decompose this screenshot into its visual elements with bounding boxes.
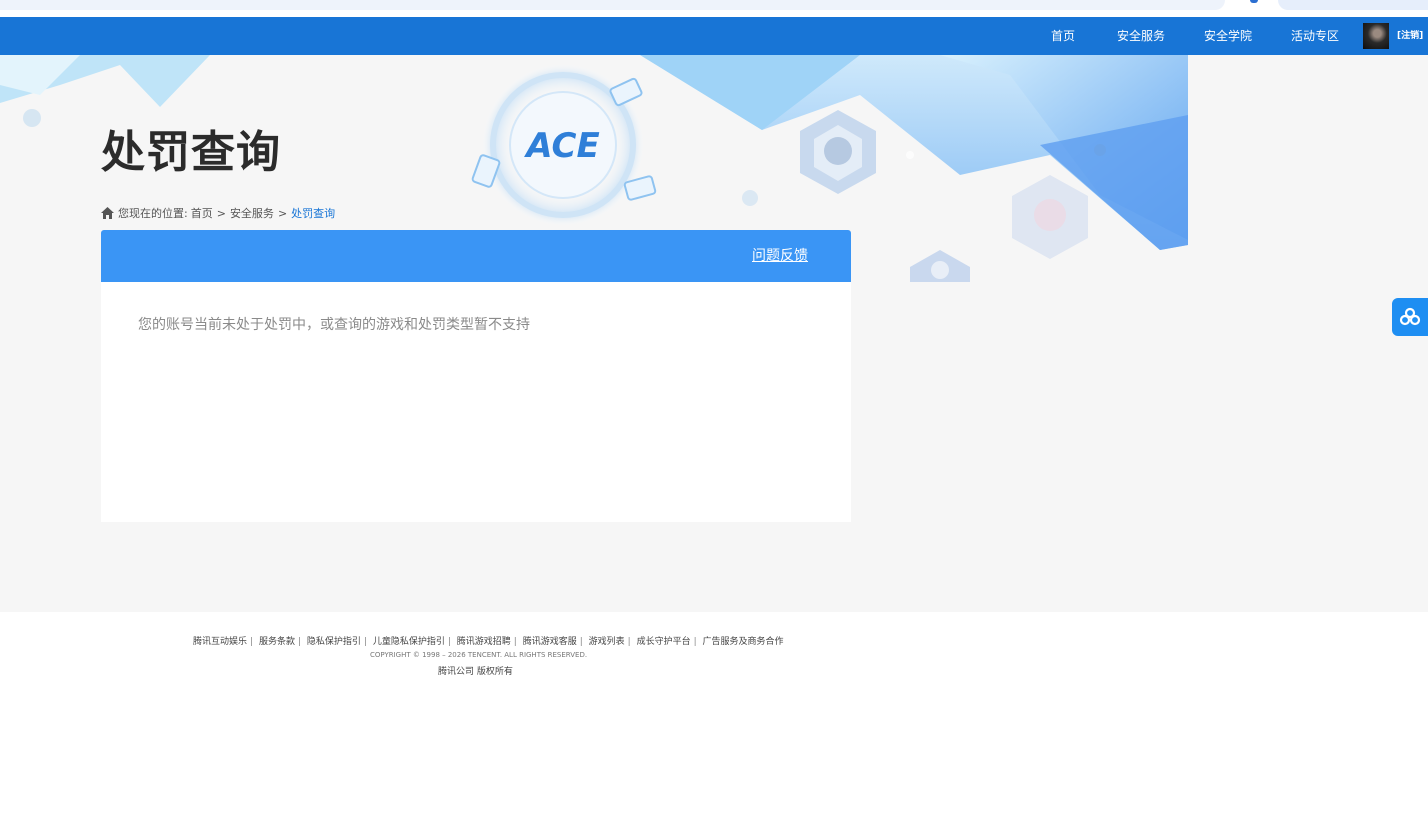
breadcrumb-home[interactable]: 首页 xyxy=(191,205,213,221)
footer-link-jobs[interactable]: 腾讯游戏招聘 xyxy=(457,637,511,647)
top-strip-marker xyxy=(1250,0,1258,3)
breadcrumb-separator: > xyxy=(216,206,226,220)
footer-link-child-privacy[interactable]: 儿童隐私保护指引 xyxy=(373,637,445,647)
cloud-share-icon xyxy=(1399,307,1421,326)
footer-link-terms[interactable]: 服务条款 xyxy=(259,637,295,647)
footer-links: 腾讯互动娱乐 | 服务条款 | 隐私保护指引 | 儿童隐私保护指引 | 腾讯游戏招聘 | … xyxy=(193,634,784,647)
footer-separator: | xyxy=(693,637,697,647)
result-card-body: 您的账号当前未处于处罚中，或查询的游戏和处罚类型暂不支持 xyxy=(101,282,851,522)
footer-link-growth-guard[interactable]: 成长守护平台 xyxy=(637,637,691,647)
footer-separator: | xyxy=(627,637,631,647)
top-strip-right xyxy=(1278,0,1428,10)
footer-link-game-list[interactable]: 游戏列表 xyxy=(589,637,625,647)
top-strip xyxy=(0,0,1428,17)
user-avatar[interactable] xyxy=(1363,23,1389,49)
breadcrumb-current: 处罚查询 xyxy=(291,207,336,220)
result-message: 您的账号当前未处于处罚中，或查询的游戏和处罚类型暂不支持 xyxy=(138,317,530,333)
result-card-header: 问题反馈 xyxy=(101,230,851,282)
nav-item-activity-zone[interactable]: 活动专区 xyxy=(1291,17,1339,55)
footer-separator: | xyxy=(363,637,367,647)
nav-item-home[interactable]: 首页 xyxy=(1051,17,1075,55)
home-icon xyxy=(101,207,114,219)
footer-link-privacy[interactable]: 隐私保护指引 xyxy=(307,637,361,647)
nav-item-security-academy[interactable]: 安全学院 xyxy=(1204,17,1252,55)
footer-separator: | xyxy=(250,637,254,647)
footer-link-support[interactable]: 腾讯游戏客服 xyxy=(523,637,577,647)
footer-separator: | xyxy=(297,637,301,647)
breadcrumb-separator: > xyxy=(277,206,288,220)
top-strip-left xyxy=(0,0,1225,10)
footer-separator: | xyxy=(579,637,583,647)
ace-logo-text: ACE xyxy=(523,126,599,166)
page-title: 处罚查询 xyxy=(101,127,281,178)
top-navbar: 首页 安全服务 安全学院 活动专区 [注销] xyxy=(0,17,1428,55)
footer-separator: | xyxy=(513,637,517,647)
breadcrumb-prefix: 您现在的位置: xyxy=(118,207,188,220)
footer-rights: 腾讯公司 版权所有 xyxy=(438,667,513,677)
nav-item-security-service[interactable]: 安全服务 xyxy=(1117,17,1165,55)
footer-copyright: COPYRIGHT © 1998 – 2026 TENCENT. ALL RIG… xyxy=(370,651,588,659)
breadcrumb-security-service[interactable]: 安全服务 xyxy=(230,205,274,221)
footer-link-tencent-games[interactable]: 腾讯互动娱乐 xyxy=(193,637,247,647)
feedback-link[interactable]: 问题反馈 xyxy=(752,230,808,282)
breadcrumb: 您现在的位置: 首页 > 安全服务 > 处罚查询 xyxy=(101,206,335,220)
floating-service-button[interactable] xyxy=(1392,298,1428,336)
footer-link-ads-business[interactable]: 广告服务及商务合作 xyxy=(703,637,784,647)
logout-link[interactable]: [注销] xyxy=(1397,17,1423,55)
footer-separator: | xyxy=(447,637,451,647)
